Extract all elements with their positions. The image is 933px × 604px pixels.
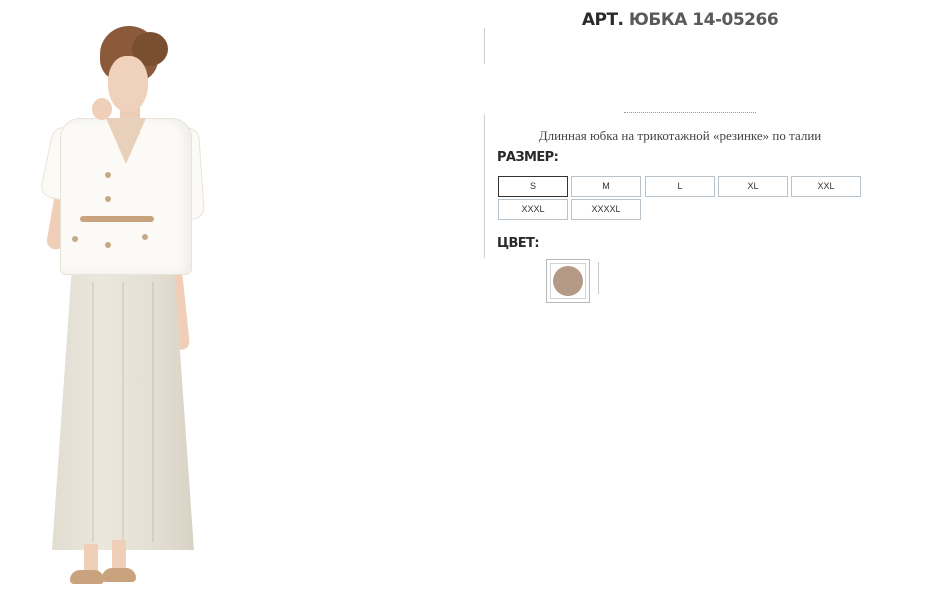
- jacket-button: [142, 234, 148, 240]
- jacket-button: [72, 236, 78, 242]
- size-option-xl[interactable]: XL: [718, 176, 788, 197]
- jacket-button: [105, 242, 111, 248]
- size-label: РАЗМЕР:: [497, 150, 559, 165]
- size-option-xxxxl[interactable]: XXXXL: [571, 199, 641, 220]
- size-option-l[interactable]: L: [645, 176, 715, 197]
- product-description: Длинная юбка на трикотажной «резинке» по…: [538, 128, 822, 143]
- jacket-button: [105, 196, 111, 202]
- article-code: ЮБКА 14-05266: [628, 10, 779, 30]
- dotted-separator: [624, 112, 756, 113]
- belt: [80, 216, 154, 222]
- shoe: [102, 568, 136, 582]
- divider: [484, 114, 485, 258]
- jacket-button: [105, 172, 111, 178]
- size-option-xxxl[interactable]: XXXL: [498, 199, 568, 220]
- swatch-divider: [598, 262, 599, 294]
- skirt-fold: [152, 282, 154, 542]
- size-option-s[interactable]: S: [498, 176, 568, 197]
- model-face: [108, 56, 148, 112]
- skirt-fold: [122, 282, 124, 544]
- article-prefix: АРТ.: [581, 10, 624, 30]
- color-swatch[interactable]: [546, 259, 590, 303]
- shoe: [70, 570, 104, 584]
- product-article: АРТ. ЮБКА 14-05266: [560, 10, 800, 30]
- product-image: [38, 20, 210, 595]
- divider: [484, 28, 485, 64]
- skirt-fold: [92, 282, 94, 542]
- color-swatch-circle: [553, 266, 583, 296]
- model-hand: [92, 98, 112, 120]
- color-label: ЦВЕТ:: [497, 236, 540, 251]
- size-option-xxl[interactable]: XXL: [791, 176, 861, 197]
- size-option-m[interactable]: M: [571, 176, 641, 197]
